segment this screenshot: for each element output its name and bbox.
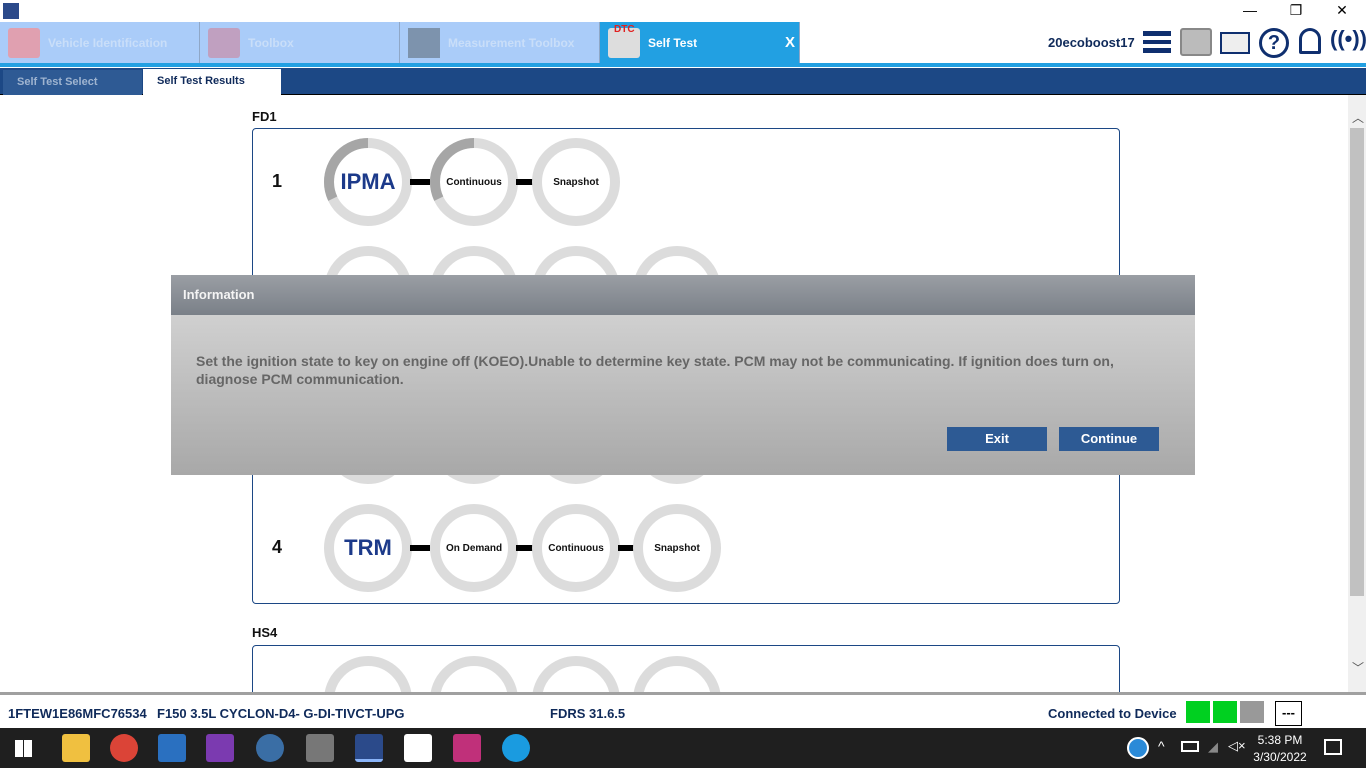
group-label: FD1 <box>252 109 277 124</box>
onenote-icon[interactable] <box>206 734 234 762</box>
step-connector <box>410 179 430 185</box>
test-step-ring[interactable] <box>633 656 721 692</box>
test-step-ring[interactable]: On Demand <box>430 504 518 592</box>
status-bar: 1FTEW1E86MFC76534 F150 3.5L CYCLON-D4- G… <box>0 692 1366 728</box>
app-icon[interactable] <box>158 734 186 762</box>
step-label: Continuous <box>548 542 604 554</box>
connection-status: Connected to Device <box>1048 706 1177 721</box>
username: 20ecoboost17 <box>1048 35 1135 50</box>
app-icon[interactable] <box>453 734 481 762</box>
sub-tab-bar: Self Test Select Self Test Results <box>0 68 1366 95</box>
fdrs-icon[interactable] <box>355 734 383 762</box>
exit-button[interactable]: Exit <box>947 427 1047 451</box>
test-step-ring[interactable]: TRM <box>324 504 412 592</box>
test-step-ring[interactable] <box>532 656 620 692</box>
wireless-icon[interactable]: ((•)) <box>1330 26 1366 52</box>
module-name: TRM <box>344 535 392 560</box>
chevron-up-icon[interactable]: ^ <box>1158 738 1165 754</box>
signal-strength-icon <box>1213 701 1237 723</box>
clock-date: 3/30/2022 <box>1253 750 1307 764</box>
clock[interactable]: 5:38 PM 3/30/2022 <box>1250 732 1310 766</box>
app-icon[interactable] <box>256 734 284 762</box>
file-explorer-icon[interactable] <box>62 734 90 762</box>
vehicle-description: F150 3.5L CYCLON-D4- G-DI-TIVCT-UPG <box>157 706 405 721</box>
tab-measurement-toolbox[interactable]: Measurement Toolbox <box>400 22 600 63</box>
edge-icon[interactable] <box>502 734 530 762</box>
subtab-self-test-results[interactable]: Self Test Results <box>143 69 281 95</box>
menu-icon[interactable] <box>1143 31 1171 53</box>
test-step-ring[interactable]: Snapshot <box>633 504 721 592</box>
status-indicator: --- <box>1275 701 1302 726</box>
close-button[interactable]: ✕ <box>1319 0 1365 22</box>
vci-connected-icon <box>1186 701 1210 723</box>
dialog-title: Information <box>171 275 1195 315</box>
row-number: 4 <box>272 537 283 557</box>
test-step-ring[interactable]: Snapshot <box>532 138 620 226</box>
mail-icon[interactable] <box>1220 32 1250 54</box>
accent-divider <box>0 63 1366 67</box>
notifications-icon[interactable] <box>1324 739 1342 755</box>
scrollbar-thumb[interactable] <box>1350 128 1364 596</box>
dtc-scanner-icon: DTC <box>608 24 640 58</box>
subtab-self-test-select[interactable]: Self Test Select <box>3 70 142 95</box>
battery-icon[interactable] <box>1181 741 1199 752</box>
help-icon[interactable]: ? <box>1259 28 1289 58</box>
restore-button[interactable]: ❐ <box>1273 0 1319 22</box>
step-label: Snapshot <box>553 176 599 188</box>
step-connector <box>410 545 430 551</box>
close-tab-button[interactable]: X <box>785 34 795 51</box>
help-tray-icon[interactable] <box>1127 737 1149 759</box>
step-label: On Demand <box>445 542 503 554</box>
minimize-button[interactable]: — <box>1227 0 1273 22</box>
windows-taskbar: ^ ◢ ◁× 5:38 PM 3/30/2022 <box>0 728 1366 768</box>
test-step-ring[interactable] <box>430 656 518 692</box>
test-step-ring[interactable]: Continuous <box>430 138 518 226</box>
test-step-ring[interactable]: Continuous <box>532 504 620 592</box>
clock-time: 5:38 PM <box>1257 733 1303 747</box>
tab-self-test[interactable]: DTC Self Test X <box>600 22 800 63</box>
wifi-icon[interactable]: ◢ <box>1208 739 1218 755</box>
row-number: 1 <box>272 171 283 191</box>
continue-button[interactable]: Continue <box>1059 427 1159 451</box>
chrome-icon[interactable] <box>110 734 138 762</box>
test-step-ring[interactable] <box>324 656 412 692</box>
step-label: Snapshot <box>654 542 700 554</box>
waveform-icon <box>408 27 440 58</box>
tab-toolbox[interactable]: Toolbox <box>200 22 400 63</box>
wrench-icon[interactable] <box>306 734 334 762</box>
scroll-down-icon[interactable]: ﹀ <box>1352 659 1364 676</box>
techline-icon[interactable] <box>404 734 432 762</box>
bell-icon[interactable] <box>1299 28 1321 54</box>
title-bar: — ❐ ✕ <box>0 0 1366 22</box>
software-version: FDRS 31.6.5 <box>550 706 626 721</box>
printer-icon[interactable] <box>1180 28 1212 56</box>
fdrs-logo-icon <box>3 3 19 19</box>
tab-vehicle-identification[interactable]: Vehicle Identification <box>0 22 200 63</box>
step-label <box>633 656 721 692</box>
module-name <box>324 656 412 692</box>
windows-start-icon[interactable] <box>15 740 32 757</box>
toolbox-icon <box>208 27 240 58</box>
dialog-message: Set the ignition state to key on engine … <box>196 353 1114 387</box>
module-name: IPMA <box>340 169 396 194</box>
scroll-up-icon[interactable]: ︿ <box>1352 109 1364 126</box>
dialog-body: Set the ignition state to key on engine … <box>171 315 1195 475</box>
vin: 1FTEW1E86MFC76534 <box>8 706 147 721</box>
battery-status-icon <box>1240 701 1264 723</box>
car-icon <box>8 27 40 58</box>
information-dialog: Information Set the ignition state to ke… <box>171 275 1195 475</box>
step-label: Continuous <box>446 176 502 188</box>
group-label: HS4 <box>252 625 278 640</box>
volume-muted-icon[interactable]: ◁× <box>1228 738 1246 754</box>
step-label <box>430 656 518 692</box>
step-label <box>532 656 620 692</box>
test-step-ring[interactable]: IPMA <box>324 138 412 226</box>
app-tab-bar: Vehicle Identification Toolbox Measureme… <box>0 22 1366 63</box>
